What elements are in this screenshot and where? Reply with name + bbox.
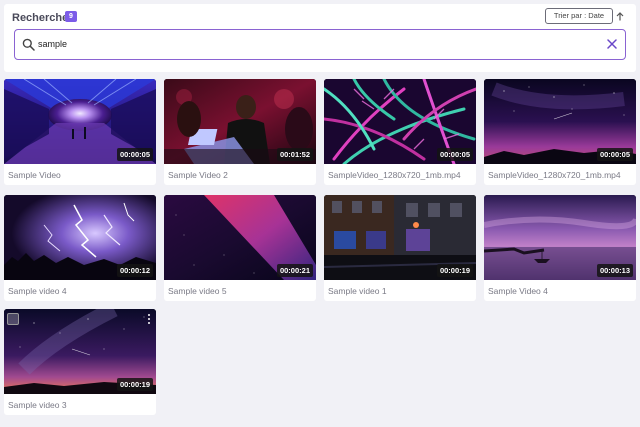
- video-thumbnail: 00:00:19: [4, 309, 156, 394]
- more-options-icon[interactable]: [146, 313, 152, 325]
- video-card[interactable]: 00:00:12 Sample video 4: [4, 195, 156, 301]
- video-card[interactable]: 00:00:05 SampleVideo_1280x720_1mb.mp4: [484, 79, 636, 185]
- page-title: Recherche: [12, 12, 69, 24]
- video-title: Sample video 3: [8, 400, 67, 410]
- video-card[interactable]: 00:00:19 Sample video 3: [4, 309, 156, 415]
- search-input[interactable]: [38, 36, 598, 52]
- video-thumbnail: 00:01:52: [164, 79, 316, 164]
- video-duration: 00:00:05: [436, 148, 473, 161]
- video-card[interactable]: 00:01:52 Sample Video 2: [164, 79, 316, 185]
- video-thumbnail: 00:00:13: [484, 195, 636, 280]
- video-thumbnail: 00:00:05: [324, 79, 476, 164]
- result-count-badge: 9: [65, 11, 77, 22]
- video-duration: 00:00:05: [116, 148, 153, 161]
- video-card[interactable]: 00:00:05 SampleVideo_1280x720_1mb.mp4: [324, 79, 476, 185]
- close-icon: [607, 39, 617, 49]
- arrow-up-icon: [616, 11, 624, 20]
- video-duration: 00:00:13: [596, 264, 633, 277]
- video-thumbnail: 00:00:05: [484, 79, 636, 164]
- video-title: Sample video 1: [328, 286, 387, 296]
- video-duration: 00:00:05: [596, 148, 633, 161]
- video-duration: 00:00:19: [436, 264, 473, 277]
- video-title: SampleVideo_1280x720_1mb.mp4: [488, 170, 621, 180]
- video-duration: 00:01:52: [276, 148, 313, 161]
- video-thumbnail: 00:00:12: [4, 195, 156, 280]
- clear-search-button[interactable]: [605, 37, 619, 51]
- video-title: SampleVideo_1280x720_1mb.mp4: [328, 170, 461, 180]
- video-card[interactable]: 00:00:13 Sample Video 4: [484, 195, 636, 301]
- video-duration: 00:00:21: [276, 264, 313, 277]
- video-title: Sample Video 2: [168, 170, 228, 180]
- sort-button[interactable]: Trier par : Date: [545, 8, 613, 24]
- video-duration: 00:00:12: [116, 264, 153, 277]
- video-duration: 00:00:19: [116, 378, 153, 391]
- video-card[interactable]: 00:00:19 Sample video 1: [324, 195, 476, 301]
- video-thumbnail: 00:00:05: [4, 79, 156, 164]
- video-title: Sample video 4: [8, 286, 67, 296]
- search-field[interactable]: [14, 29, 626, 60]
- video-title: Sample Video 4: [488, 286, 548, 296]
- search-icon: [22, 38, 35, 51]
- video-thumbnail: 00:00:21: [164, 195, 316, 280]
- video-thumbnail: 00:00:19: [324, 195, 476, 280]
- video-title: Sample Video: [8, 170, 61, 180]
- search-panel: Recherche 9 Trier par : Date: [4, 4, 636, 72]
- select-checkbox[interactable]: [7, 313, 19, 325]
- sort-direction-button[interactable]: [613, 8, 627, 24]
- video-title: Sample video 5: [168, 286, 227, 296]
- video-card[interactable]: 00:00:21 Sample video 5: [164, 195, 316, 301]
- video-card[interactable]: 00:00:05 Sample Video: [4, 79, 156, 185]
